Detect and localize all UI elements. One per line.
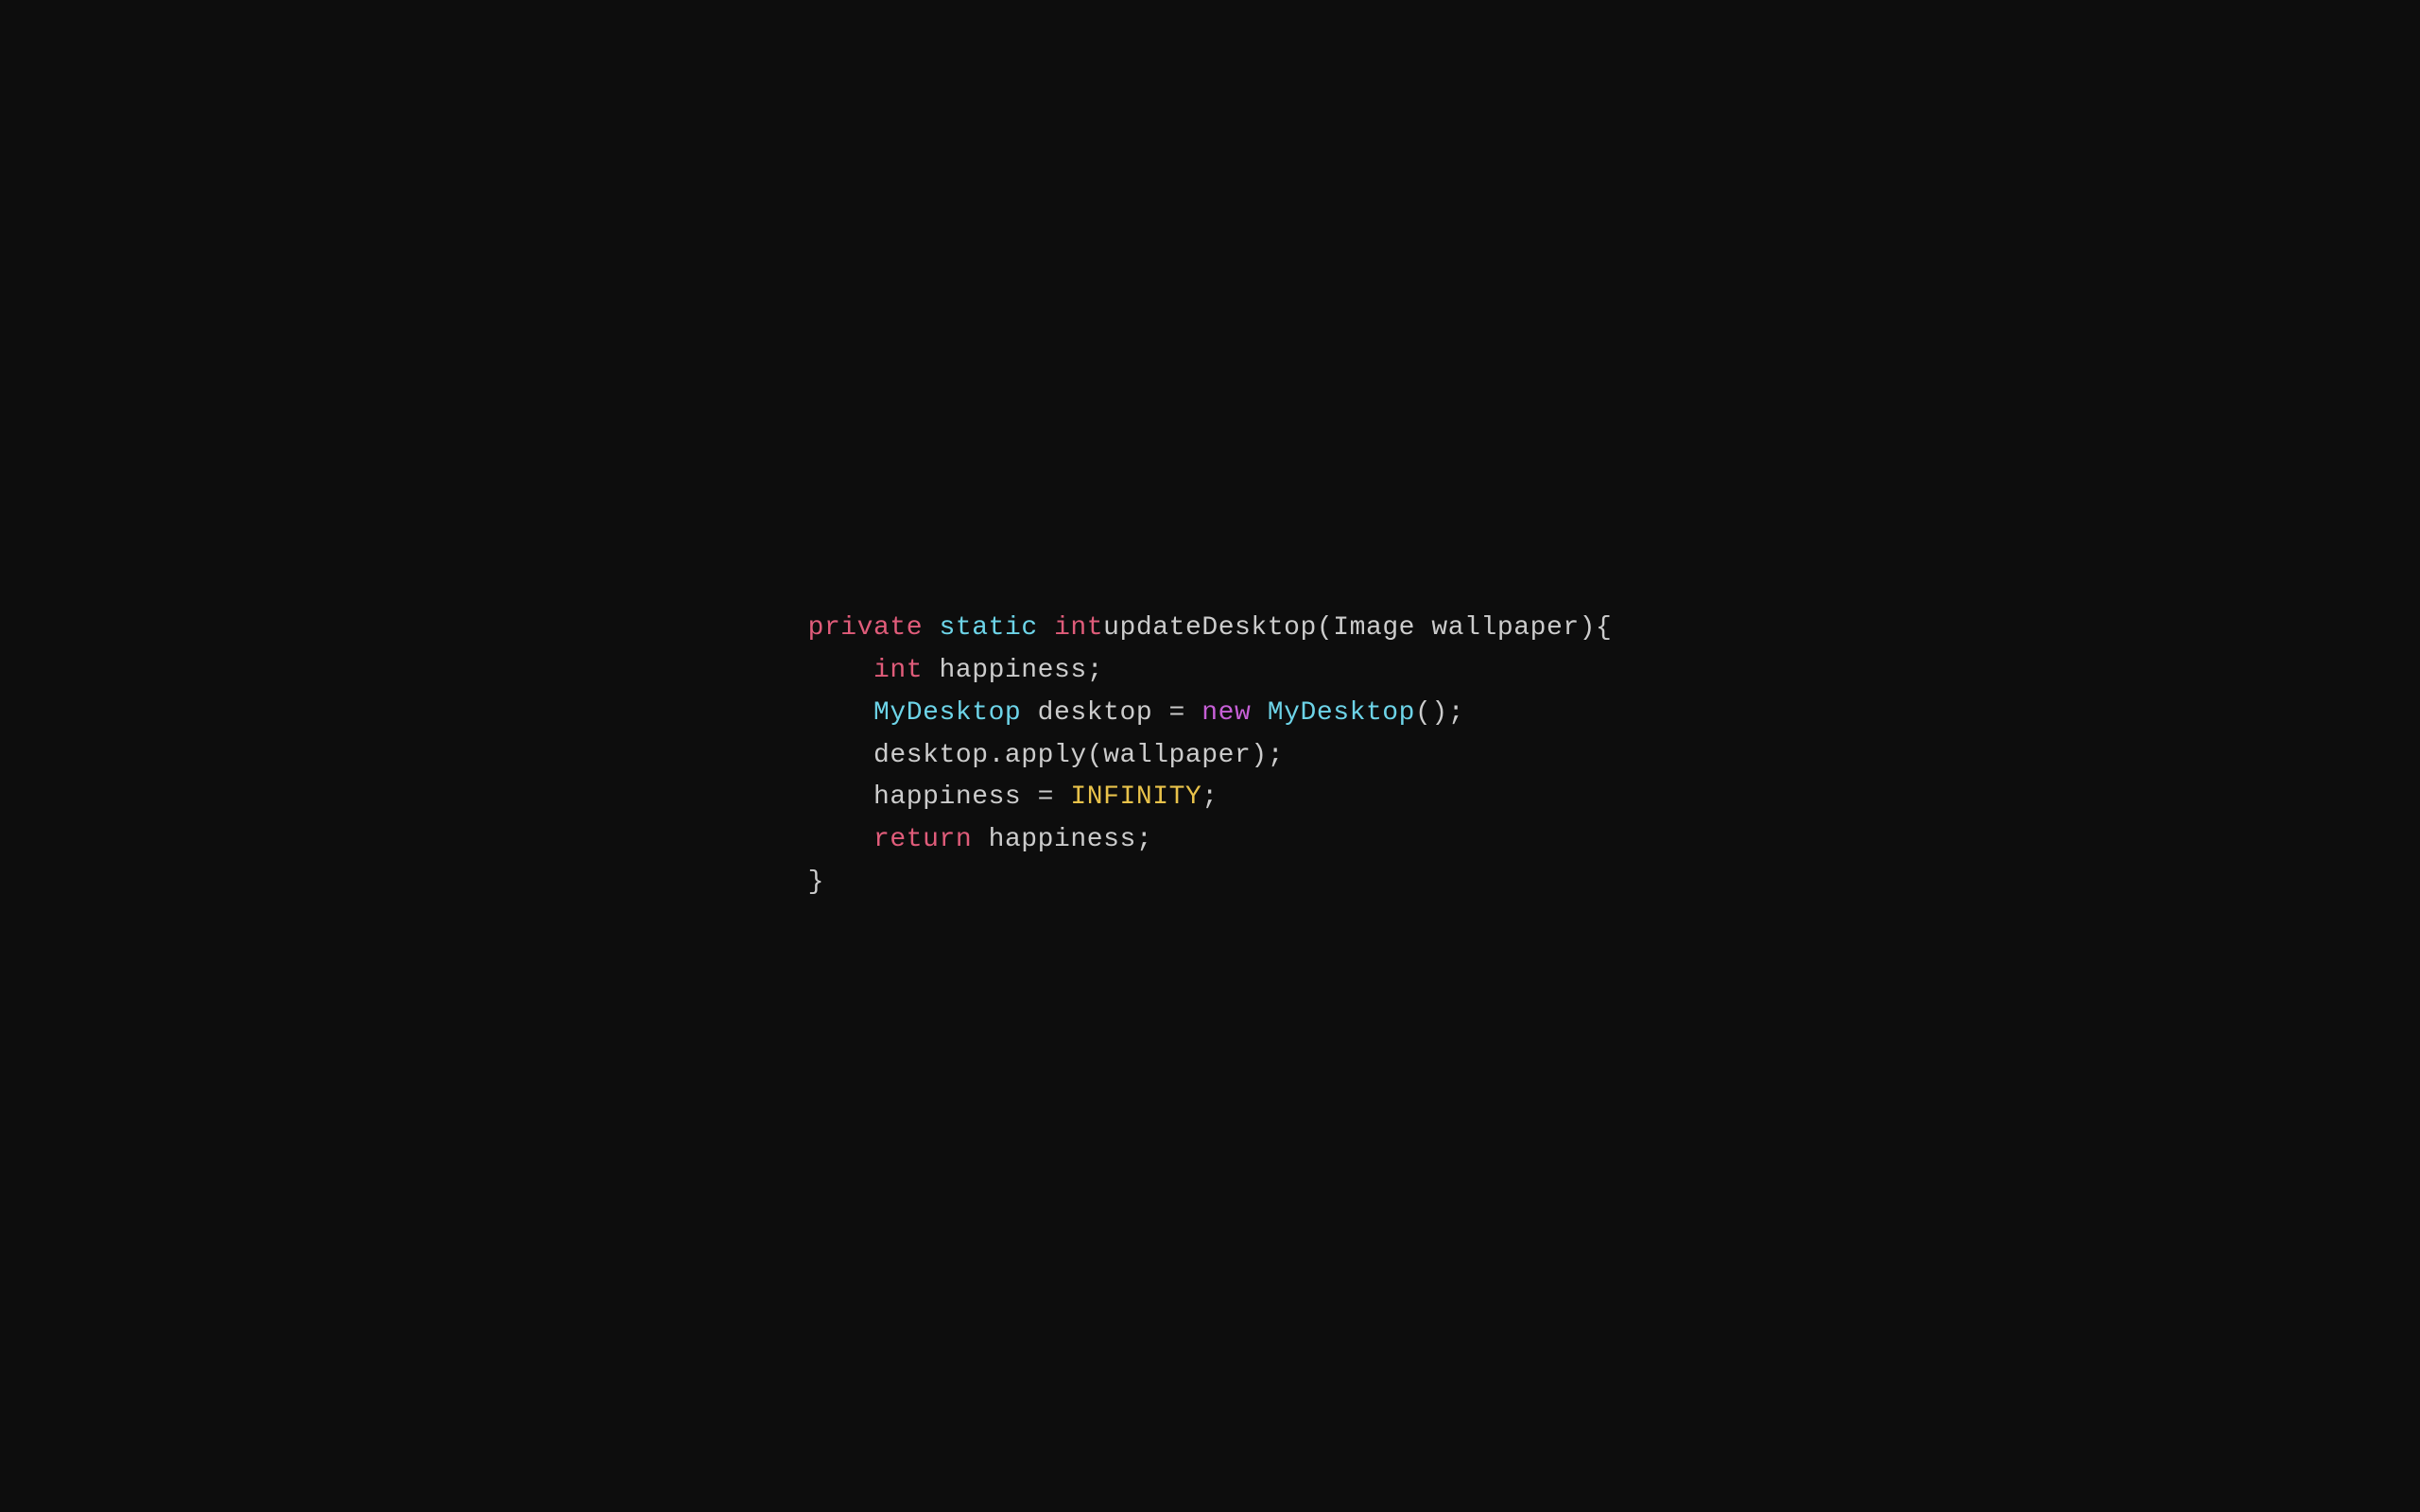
indent-5 (808, 777, 873, 819)
return-value: happiness; (972, 819, 1152, 862)
code-line-3: MyDesktop desktop = new MyDesktop (); (808, 693, 1613, 735)
method-signature: updateDesktop(Image wallpaper){ (1103, 608, 1612, 650)
code-line-7: } (808, 862, 1613, 904)
const-infinity: INFINITY (1070, 777, 1201, 819)
keyword-int2: int (873, 650, 923, 693)
type-mydesktop: MyDesktop (873, 693, 1021, 735)
code-block: private static int updateDesktop(Image w… (808, 608, 1613, 904)
keyword-private: private (808, 608, 924, 650)
happiness-decl: happiness; (923, 650, 1103, 693)
desktop-eq: desktop = (1021, 693, 1201, 735)
keyword-new: new (1201, 693, 1251, 735)
code-line-2: int happiness; (808, 650, 1613, 693)
space1 (923, 608, 939, 650)
code-line-1: private static int updateDesktop(Image w… (808, 608, 1613, 650)
indent-6 (808, 819, 873, 862)
apply-call: desktop.apply(wallpaper); (873, 735, 1284, 778)
constructor-end: (); (1415, 693, 1464, 735)
code-line-6: return happiness; (808, 819, 1613, 862)
indent-2 (808, 650, 873, 693)
keyword-int: int (1054, 608, 1103, 650)
space-new (1251, 693, 1267, 735)
happiness-assign: happiness = (873, 777, 1070, 819)
indent-3 (808, 693, 873, 735)
space2 (1038, 608, 1054, 650)
keyword-return: return (873, 819, 972, 862)
type-mydesktop2: MyDesktop (1268, 693, 1415, 735)
semicolon-5: ; (1201, 777, 1218, 819)
code-line-4: desktop.apply(wallpaper); (808, 735, 1613, 778)
keyword-static: static (940, 608, 1038, 650)
code-line-5: happiness = INFINITY ; (808, 777, 1613, 819)
indent-4 (808, 735, 873, 778)
closing-brace: } (808, 862, 824, 904)
